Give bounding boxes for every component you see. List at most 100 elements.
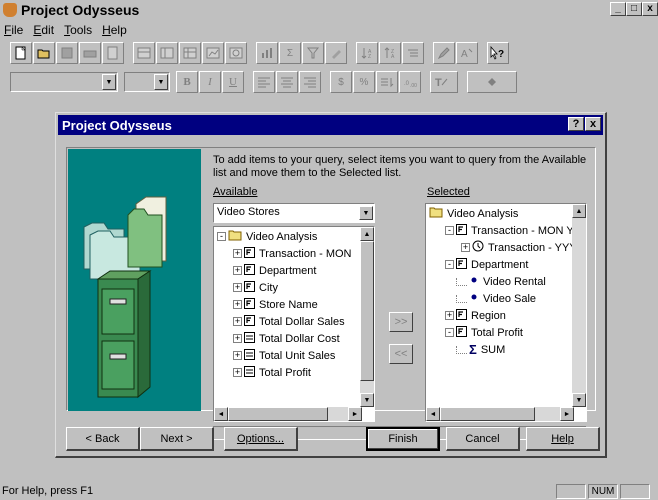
crosstab-icon[interactable]: [156, 42, 178, 64]
underline-button[interactable]: U: [222, 71, 244, 93]
scroll-up-icon[interactable]: ▲: [572, 204, 586, 218]
tree-item[interactable]: Video Analysis: [426, 205, 586, 222]
scroll-left-icon[interactable]: ◄: [214, 407, 228, 421]
font-color-icon[interactable]: T: [430, 71, 458, 93]
align-left-icon[interactable]: [253, 71, 275, 93]
expand-icon[interactable]: +: [461, 243, 470, 252]
print-icon[interactable]: [79, 42, 101, 64]
tree-item[interactable]: Video Rental: [426, 273, 586, 290]
expand-icon[interactable]: +: [233, 334, 242, 343]
comma-style-icon[interactable]: [376, 71, 398, 93]
print-preview-icon[interactable]: [102, 42, 124, 64]
chevron-down-icon[interactable]: ▼: [102, 74, 116, 90]
align-right-icon[interactable]: [299, 71, 321, 93]
new-icon[interactable]: [10, 42, 32, 64]
open-icon[interactable]: [33, 42, 55, 64]
tree-item[interactable]: - Total Profit: [426, 324, 586, 341]
highlight-icon[interactable]: [325, 42, 347, 64]
tree-item[interactable]: + Transaction - YYY: [426, 239, 586, 256]
scroll-thumb[interactable]: [360, 241, 374, 381]
context-help-icon[interactable]: ?: [487, 42, 509, 64]
align-center-icon[interactable]: [276, 71, 298, 93]
expand-icon[interactable]: +: [445, 311, 454, 320]
table-view-icon[interactable]: [133, 42, 155, 64]
tree-item[interactable]: + Total Profit: [214, 364, 374, 381]
sort-ascending-icon[interactable]: AZ: [356, 42, 378, 64]
tree-item[interactable]: + Transaction - MON: [214, 245, 374, 262]
fill-color-icon[interactable]: [467, 71, 517, 93]
collapse-icon[interactable]: -: [445, 328, 454, 337]
bar-chart-icon[interactable]: [256, 42, 278, 64]
remove-from-selected-button[interactable]: <<: [389, 344, 413, 364]
percent-button[interactable]: %: [353, 71, 375, 93]
menu-help[interactable]: Help: [102, 23, 127, 37]
add-to-selected-button[interactable]: >>: [389, 312, 413, 332]
scroll-down-icon[interactable]: ▼: [572, 393, 586, 407]
tree-item[interactable]: + Total Dollar Sales: [214, 313, 374, 330]
tree-item[interactable]: + Total Dollar Cost: [214, 330, 374, 347]
help-title-button[interactable]: ?: [568, 117, 584, 131]
group-icon[interactable]: [402, 42, 424, 64]
menu-file[interactable]: File: [4, 23, 23, 37]
filter-icon[interactable]: [302, 42, 324, 64]
expand-icon[interactable]: +: [233, 351, 242, 360]
scroll-left-icon[interactable]: ◄: [426, 407, 440, 421]
tree-item[interactable]: - Department: [426, 256, 586, 273]
minimize-button[interactable]: _: [610, 2, 626, 16]
available-tree[interactable]: - Video Analysis + Transaction - MON + Depart…: [213, 226, 375, 422]
scroll-thumb[interactable]: [228, 407, 328, 421]
next-button[interactable]: Next >: [140, 427, 214, 451]
save-icon[interactable]: [56, 42, 78, 64]
scroll-thumb[interactable]: [440, 407, 535, 421]
menu-tools[interactable]: Tools: [64, 23, 92, 37]
expand-icon[interactable]: +: [233, 249, 242, 258]
help-button[interactable]: Help: [526, 427, 600, 451]
expand-icon[interactable]: +: [233, 300, 242, 309]
available-hscrollbar[interactable]: ◄ ►: [214, 407, 362, 421]
tree-item[interactable]: + Department: [214, 262, 374, 279]
sum-icon[interactable]: Σ: [279, 42, 301, 64]
restore-button[interactable]: □: [626, 2, 642, 16]
collapse-icon[interactable]: -: [217, 232, 226, 241]
close-dialog-button[interactable]: x: [585, 117, 601, 131]
bold-button[interactable]: B: [176, 71, 198, 93]
close-button[interactable]: x: [642, 2, 658, 16]
tree-item[interactable]: - Transaction - MON YY: [426, 222, 586, 239]
scroll-up-icon[interactable]: ▲: [360, 227, 374, 241]
collapse-icon[interactable]: -: [445, 226, 454, 235]
font-size-combo[interactable]: ▼: [124, 72, 170, 92]
chart-view-icon[interactable]: [202, 42, 224, 64]
sort-descending-icon[interactable]: ZA: [379, 42, 401, 64]
scroll-right-icon[interactable]: ►: [560, 407, 574, 421]
tree-item[interactable]: Σ SUM: [426, 341, 586, 358]
tree-item[interactable]: + Store Name: [214, 296, 374, 313]
italic-button[interactable]: I: [199, 71, 221, 93]
decimal-icon[interactable]: .0.00: [399, 71, 421, 93]
scroll-right-icon[interactable]: ►: [348, 407, 362, 421]
selected-hscrollbar[interactable]: ◄ ►: [426, 407, 574, 421]
tree-item[interactable]: Video Sale: [426, 290, 586, 307]
chevron-down-icon[interactable]: ▼: [359, 206, 373, 220]
tree-item[interactable]: + Total Unit Sales: [214, 347, 374, 364]
available-source-combo[interactable]: Video Stores ▼: [213, 203, 375, 223]
tree-item[interactable]: + Region: [426, 307, 586, 324]
back-button[interactable]: < Back: [66, 427, 140, 451]
expand-icon[interactable]: +: [233, 368, 242, 377]
collapse-icon[interactable]: -: [445, 260, 454, 269]
menu-edit[interactable]: Edit: [33, 23, 54, 37]
currency-button[interactable]: $: [330, 71, 352, 93]
expand-icon[interactable]: +: [233, 283, 242, 292]
font-name-combo[interactable]: ▼: [10, 72, 118, 92]
expand-icon[interactable]: +: [233, 266, 242, 275]
report-view-icon[interactable]: [225, 42, 247, 64]
expand-icon[interactable]: +: [233, 317, 242, 326]
format-text-icon[interactable]: A: [456, 42, 478, 64]
scroll-down-icon[interactable]: ▼: [360, 393, 374, 407]
page-view-icon[interactable]: [179, 42, 201, 64]
finish-button[interactable]: Finish: [366, 427, 440, 451]
edit-query-icon[interactable]: [433, 42, 455, 64]
tree-item[interactable]: - Video Analysis: [214, 228, 374, 245]
selected-vscrollbar[interactable]: ▲ ▼: [572, 204, 586, 407]
selected-tree[interactable]: Video Analysis - Transaction - MON YY + Tran…: [425, 203, 587, 422]
cancel-button[interactable]: Cancel: [446, 427, 520, 451]
